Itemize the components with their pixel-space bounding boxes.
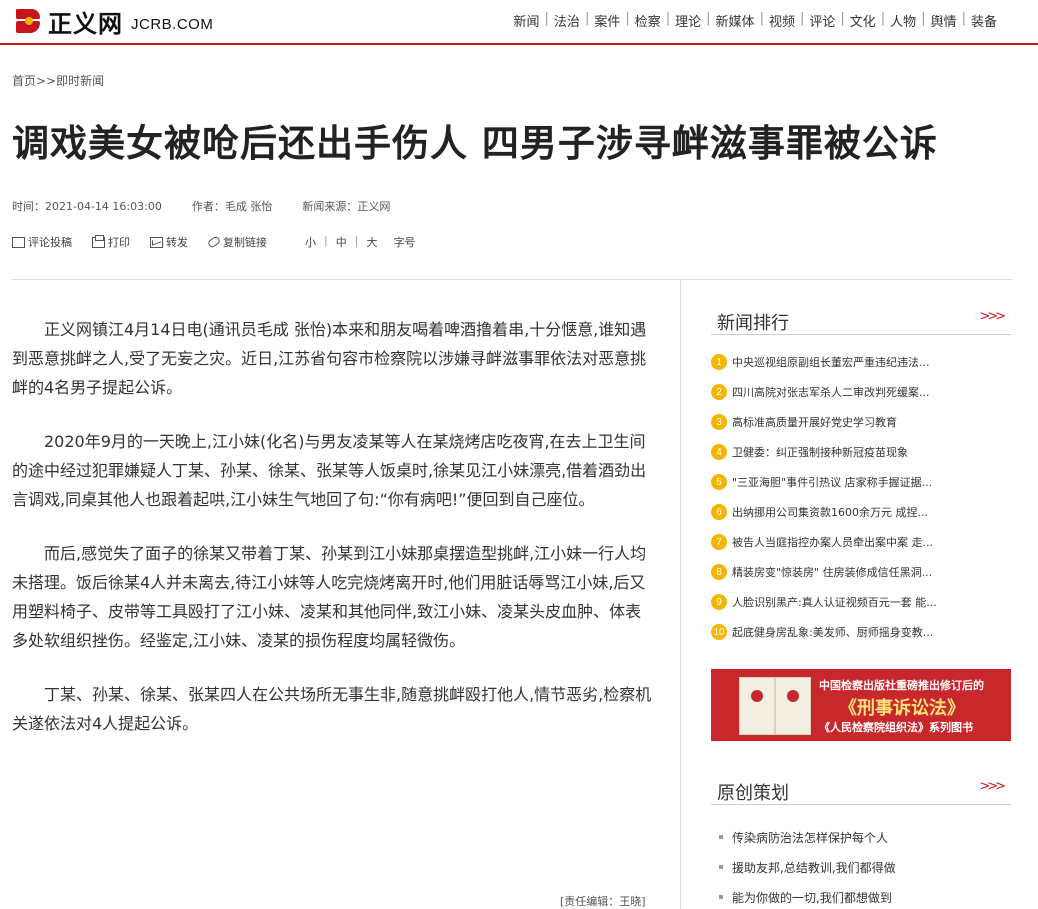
- article-paragraph: 而后,感觉失了面子的徐某又带着丁某、孙某到江小妹那桌摆造型挑衅,江小妹一行人均未…: [12, 544, 647, 650]
- ranking-item[interactable]: 1 中央巡视组原副组长董宏严重违纪违法...: [711, 347, 1011, 377]
- nav-item-commentary[interactable]: 评论: [804, 11, 840, 30]
- article-author: 作者：毛成 张怡: [191, 200, 273, 213]
- ranking-item[interactable]: 3 高标准高质量开展好党史学习教育: [711, 407, 1011, 437]
- ranking-item[interactable]: 5 "三亚海胆"事件引热议 店家称手握证据...: [711, 467, 1011, 497]
- ranking-item[interactable]: 9 人脸识别黑产:真人认证视频百元一套 能...: [711, 587, 1011, 617]
- banner-line-1: 中国检察出版社重磅推出修订后的: [819, 679, 984, 692]
- ranking-title: 新闻排行: [717, 313, 789, 334]
- article-paragraph: 丁某、孙某、徐某、张某四人在公共场所无事生非,随意挑衅殴打他人,情节恶劣,检察机…: [12, 685, 652, 733]
- print-icon: [92, 234, 105, 248]
- article-time: 时间：2021-04-14 16:03:00: [12, 200, 162, 213]
- site-logo[interactable]: 正义网 JCRB.COM: [14, 6, 214, 38]
- nav-item-equipment[interactable]: 装备: [966, 11, 1002, 30]
- ranking-header: 新闻排行 >>>: [711, 309, 1011, 335]
- comment-icon: [12, 236, 25, 248]
- site-header: 正义网 JCRB.COM 新闻 | 法治 | 案件 | 检察 | 理论 | 新媒体 | 视频…: [0, 0, 1038, 45]
- column-divider: [680, 280, 681, 909]
- mail-icon: [150, 236, 163, 248]
- ranking-more-icon[interactable]: >>>: [979, 309, 1006, 324]
- nav-item-news[interactable]: 新闻: [509, 11, 545, 30]
- font-size-label: 字号: [393, 236, 416, 249]
- logo-domain: JCRB.COM: [131, 15, 214, 33]
- book-promo-banner[interactable]: 中国检察出版社重磅推出修订后的 《刑事诉讼法》 《人民检察院组织法》系列图书: [711, 669, 1011, 741]
- copy-link-button[interactable]: 复制链接: [206, 234, 267, 250]
- breadcrumb[interactable]: 首页>>即时新闻: [12, 72, 104, 89]
- nav-item-video[interactable]: 视频: [764, 11, 800, 30]
- ranking-item[interactable]: 6 出纳挪用公司集资款1600余万元 成捏...: [711, 497, 1011, 527]
- nav-item-culture[interactable]: 文化: [845, 11, 881, 30]
- ranking-item[interactable]: 4 卫健委：纠正强制接种新冠疫苗现象: [711, 437, 1011, 467]
- link-icon: [206, 235, 222, 249]
- original-more-icon[interactable]: >>>: [979, 779, 1006, 794]
- logo-text: 正义网: [48, 8, 123, 38]
- print-button[interactable]: 打印: [92, 234, 130, 250]
- nav-item-public-opinion[interactable]: 舆情: [926, 11, 962, 30]
- nav-item-new-media[interactable]: 新媒体: [711, 11, 760, 30]
- nav-item-people[interactable]: 人物: [885, 11, 921, 30]
- ranking-item[interactable]: 10 起底健身房乱象:美发师、厨师摇身变教...: [711, 617, 1011, 647]
- nav-item-procuratorate[interactable]: 检察: [630, 11, 666, 30]
- font-size-selector: 小 | 中 | 大 字号: [305, 234, 416, 250]
- banner-line-3: 《人民检察院组织法》系列图书: [819, 721, 973, 734]
- nav-item-law[interactable]: 法治: [549, 11, 585, 30]
- bullet-icon: [719, 835, 723, 839]
- comment-button[interactable]: 评论投稿: [12, 234, 72, 250]
- ranking-item[interactable]: 2 四川高院对张志军杀人二审改判死缓案...: [711, 377, 1011, 407]
- banner-line-2: 《刑事诉讼法》: [839, 698, 965, 719]
- article-title: 调戏美女被呛后还出手伤人 四男子涉寻衅滋事罪被公诉: [12, 122, 938, 165]
- ranking-item[interactable]: 7 被告人当庭指控办案人员牵出案中案 走...: [711, 527, 1011, 557]
- article-paragraph: 2020年9月的一天晚上,江小妹(化名)与男友凌某等人在某烧烤店吃夜宵,在去上卫…: [12, 432, 647, 509]
- book-cover-image: [739, 677, 775, 735]
- nav-item-cases[interactable]: 案件: [589, 11, 625, 30]
- divider: [12, 279, 1012, 280]
- nav-item-theory[interactable]: 理论: [670, 11, 706, 30]
- original-title: 原创策划: [717, 783, 789, 804]
- responsible-editor: [责任编辑：王晓]: [560, 895, 646, 908]
- bullet-icon: [719, 865, 723, 869]
- original-item[interactable]: 能为你做的一切,我们都想做到: [719, 882, 1009, 909]
- font-size-large[interactable]: 大: [366, 234, 377, 250]
- original-item[interactable]: 传染病防治法怎样保护每个人: [719, 822, 1009, 852]
- original-header: 原创策划 >>>: [711, 779, 1011, 805]
- article-meta: 时间：2021-04-14 16:03:00 作者：毛成 张怡 新闻来源：正义网: [12, 198, 420, 214]
- article-toolbar: 评论投稿 打印 转发 复制链接 小 | 中 | 大 字号: [12, 234, 423, 250]
- ranking-list: 1 中央巡视组原副组长董宏严重违纪违法... 2 四川高院对张志军杀人二审改判死缓案…: [711, 347, 1011, 647]
- book-cover-image: [775, 677, 811, 735]
- original-list: 传染病防治法怎样保护每个人 援助友邦,总结教训,我们都得做 能为你做的一切,我们…: [719, 822, 1009, 909]
- font-size-medium[interactable]: 中: [336, 234, 347, 250]
- forward-button[interactable]: 转发: [150, 234, 188, 250]
- font-size-small[interactable]: 小: [305, 234, 316, 250]
- original-item[interactable]: 援助友邦,总结教训,我们都得做: [719, 852, 1009, 882]
- article-source: 新闻来源：正义网: [302, 200, 391, 213]
- main-nav: 新闻 | 法治 | 案件 | 检察 | 理论 | 新媒体 | 视频 | 评论 | 文化 | 人物 |…: [509, 11, 1002, 30]
- ranking-item[interactable]: 8 精装房变"惊装房" 住房装修成信任黑洞...: [711, 557, 1011, 587]
- bullet-icon: [719, 895, 723, 899]
- logo-mark-icon: [14, 6, 44, 36]
- article-paragraph: 正义网镇江4月14日电(通讯员毛成 张怡)本来和朋友喝着啤酒撸着串,十分惬意,谁…: [12, 320, 647, 397]
- article-body: 正义网镇江4月14日电(通讯员毛成 张怡)本来和朋友喝着啤酒撸着串,十分惬意,谁…: [12, 315, 652, 763]
